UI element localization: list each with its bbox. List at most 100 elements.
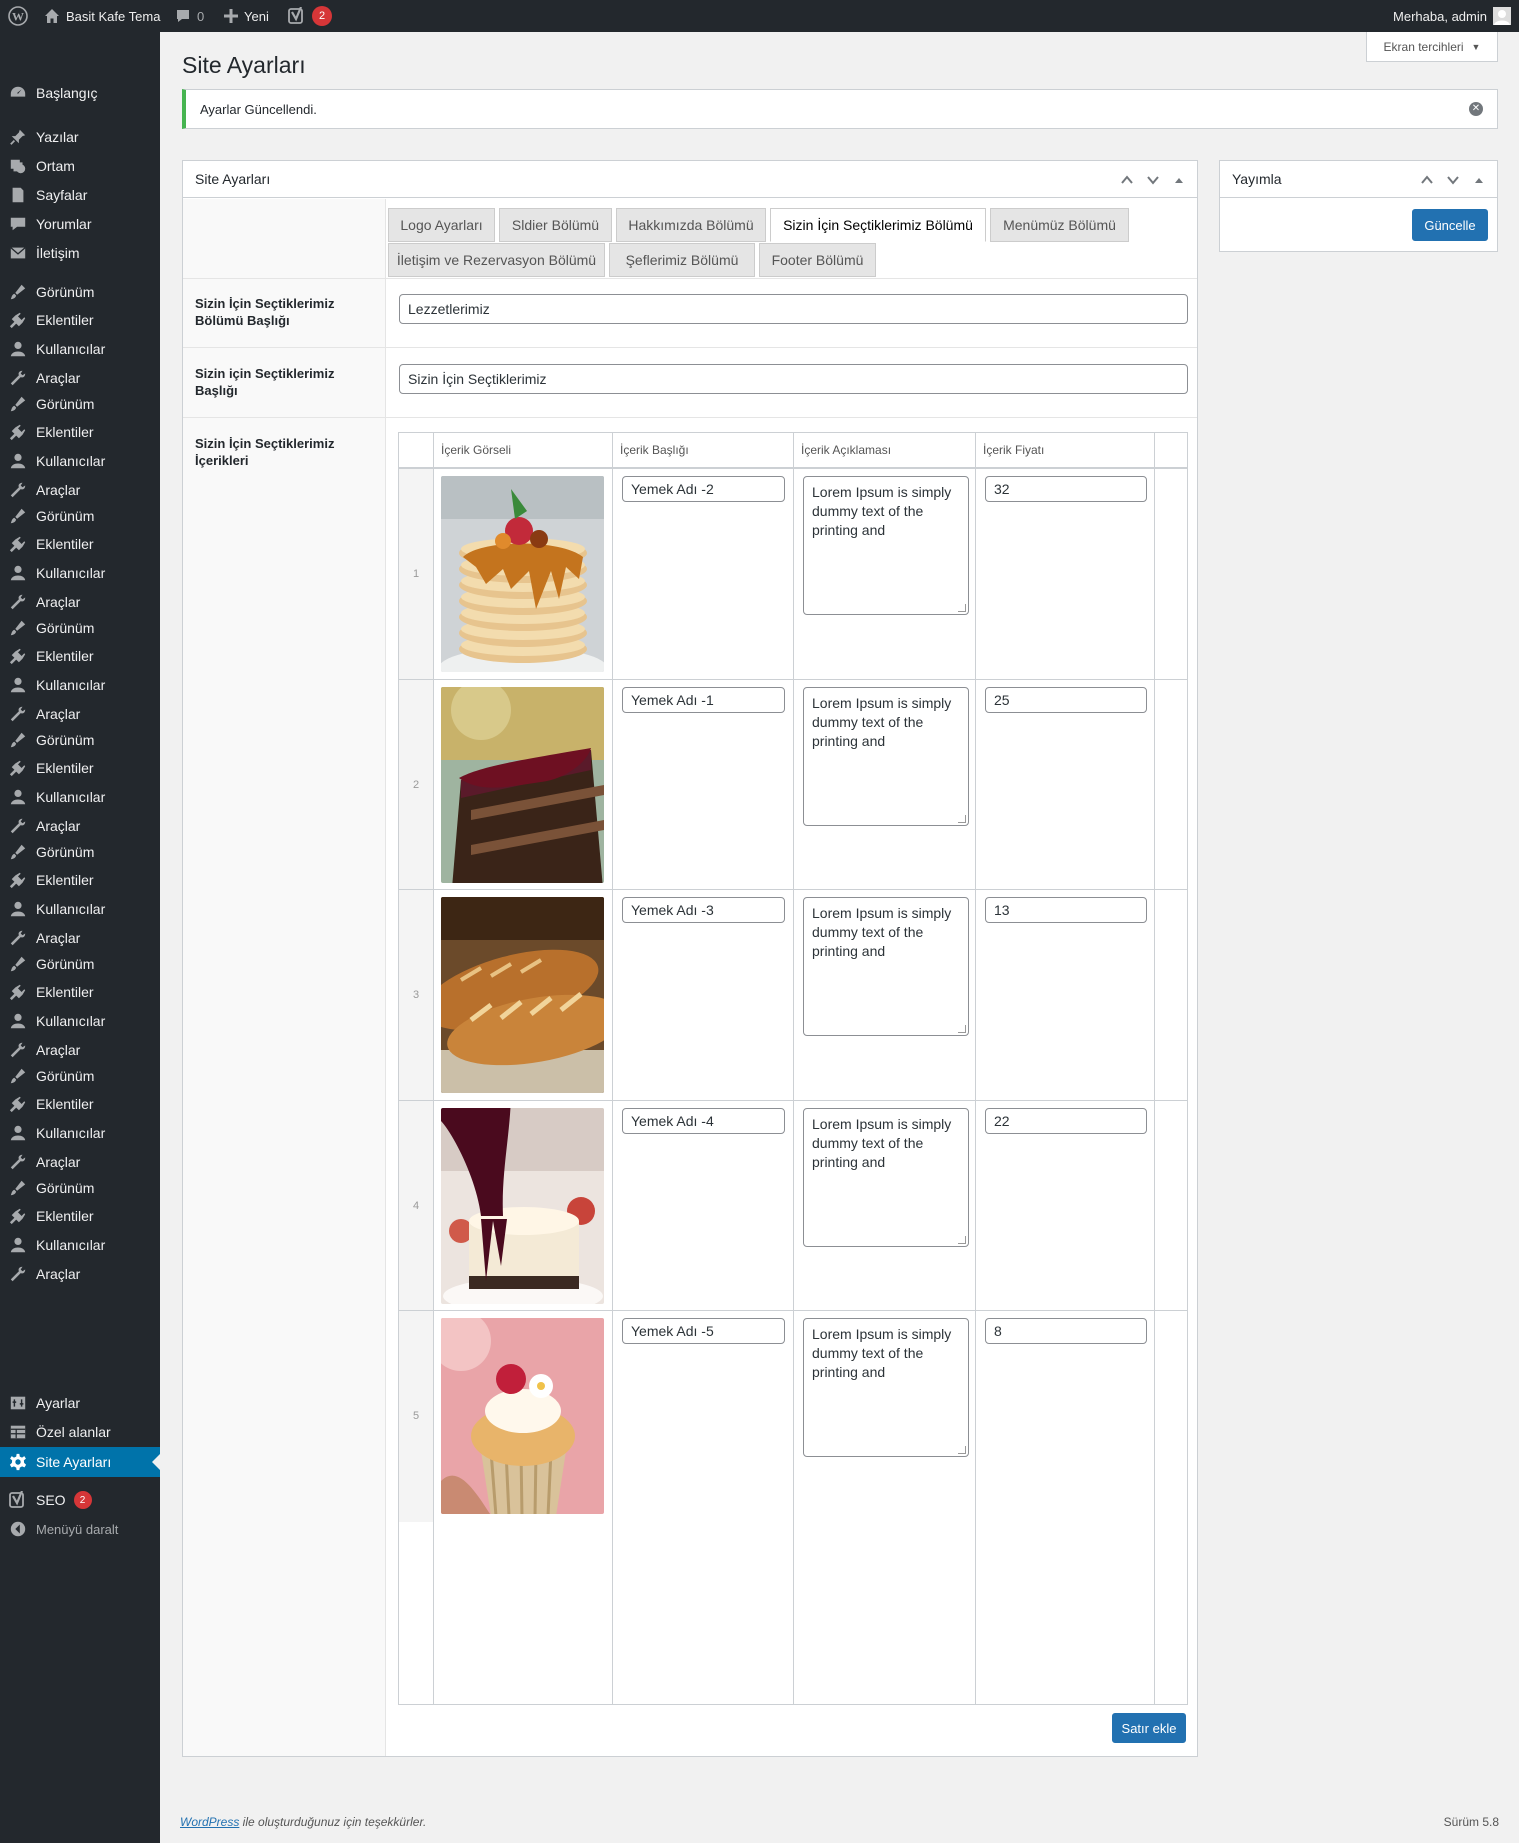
sidebar-item-user[interactable]: Kullanıcılar [0, 782, 160, 812]
item-description-textarea[interactable]: Lorem Ipsum is simply dummy text of the … [803, 476, 969, 615]
update-button[interactable]: Güncelle [1412, 209, 1488, 241]
tab-4[interactable]: Sizin İçin Seçtiklerimiz Bölümü [770, 208, 986, 242]
sidebar-item-pin[interactable]: Yazılar [0, 122, 160, 152]
sidebar-item-user[interactable]: Kullanıcılar [0, 1006, 160, 1036]
dismiss-icon[interactable]: ✕ [1469, 102, 1483, 116]
section-title-input[interactable]: Sizin İçin Seçtiklerimiz [399, 364, 1188, 394]
tab-3[interactable]: Hakkımızda Bölümü [616, 208, 766, 242]
collapse-icon [0, 1520, 36, 1538]
sidebar-item-gear[interactable]: Site Ayarları [0, 1447, 160, 1477]
sidebar-item-brush[interactable]: Görünüm [0, 949, 160, 979]
item-title-input[interactable]: Yemek Adı -3 [622, 897, 785, 923]
sidebar-item-plugin[interactable]: Eklentiler [0, 529, 160, 559]
sidebar-item-plugin[interactable]: Eklentiler [0, 753, 160, 783]
comments-link[interactable]: 0 [175, 0, 204, 32]
item-price-input[interactable]: 13 [985, 897, 1147, 923]
resize-grip-icon[interactable] [958, 815, 966, 823]
sidebar-item-brush[interactable]: Görünüm [0, 389, 160, 419]
resize-grip-icon[interactable] [958, 1236, 966, 1244]
wordpress-logo-icon[interactable]: W [8, 0, 28, 32]
item-title-input[interactable]: Yemek Adı -5 [622, 1318, 785, 1344]
my-account[interactable]: Merhaba, admin [1393, 0, 1511, 32]
item-description-textarea[interactable]: Lorem Ipsum is simply dummy text of the … [803, 1108, 969, 1247]
item-description-textarea[interactable]: Lorem Ipsum is simply dummy text of the … [803, 687, 969, 826]
item-price-input[interactable]: 8 [985, 1318, 1147, 1344]
tab-7[interactable]: Şeflerimiz Bölümü [609, 243, 755, 277]
sidebar-item-wrench[interactable]: Araçlar [0, 1259, 160, 1289]
sidebar-item-brush[interactable]: Görünüm [0, 1061, 160, 1091]
cupcake-image[interactable] [441, 1318, 604, 1514]
sidebar-item-plugin[interactable]: Eklentiler [0, 305, 160, 335]
site-name-link[interactable]: Basit Kafe Tema [44, 0, 160, 32]
sidebar-item-plugin[interactable]: Eklentiler [0, 641, 160, 671]
sidebar-item-user[interactable]: Kullanıcılar [0, 446, 160, 476]
move-up-icon[interactable] [1419, 172, 1435, 188]
bread-image[interactable] [441, 897, 604, 1093]
sidebar-item-yoast[interactable]: SEO 2 [0, 1485, 160, 1515]
tab-2[interactable]: Sldier Bölümü [499, 208, 612, 242]
col-header-desc: İçerik Açıklaması [793, 433, 975, 468]
sidebar-item-brush[interactable]: Görünüm [0, 725, 160, 755]
sidebar-item-user[interactable]: Kullanıcılar [0, 334, 160, 364]
sidebar-item-label: Araçlar [36, 1266, 81, 1282]
item-description-textarea[interactable]: Lorem Ipsum is simply dummy text of the … [803, 897, 969, 1036]
item-price-input[interactable]: 32 [985, 476, 1147, 502]
tab-8[interactable]: Footer Bölümü [759, 243, 876, 277]
item-title-input[interactable]: Yemek Adı -1 [622, 687, 785, 713]
sidebar-item-plugin[interactable]: Eklentiler [0, 1201, 160, 1231]
chocolate-cake-image[interactable] [441, 687, 604, 883]
sidebar-item-settings[interactable]: Ayarlar [0, 1388, 160, 1418]
sidebar-item-page[interactable]: Sayfalar [0, 180, 160, 210]
sidebar-item-user[interactable]: Kullanıcılar [0, 1118, 160, 1148]
toggle-panel-icon[interactable] [1171, 172, 1187, 188]
sidebar-item-plugin[interactable]: Eklentiler [0, 1089, 160, 1119]
item-description-text: Lorem Ipsum is simply dummy text of the … [812, 484, 952, 538]
item-title-input[interactable]: Yemek Adı -4 [622, 1108, 785, 1134]
sidebar-item-brush[interactable]: Görünüm [0, 277, 160, 307]
wordpress-link[interactable]: WordPress [180, 1815, 239, 1829]
plugin-icon [0, 535, 36, 553]
sidebar-item-plugin[interactable]: Eklentiler [0, 417, 160, 447]
sidebar-item-user[interactable]: Kullanıcılar [0, 670, 160, 700]
home-icon [45, 9, 59, 23]
sidebar-item-brush[interactable]: Görünüm [0, 613, 160, 643]
resize-grip-icon[interactable] [958, 1025, 966, 1033]
sidebar-item-user[interactable]: Kullanıcılar [0, 894, 160, 924]
sidebar-item-plugin[interactable]: Eklentiler [0, 865, 160, 895]
item-title-input[interactable]: Yemek Adı -2 [622, 476, 785, 502]
row-number: 5 [412, 1410, 420, 1422]
screen-options-button[interactable]: Ekran tercihleri ▼ [1366, 32, 1498, 62]
resize-grip-icon[interactable] [958, 604, 966, 612]
sidebar-item-collapse[interactable]: Menüyü daralt [0, 1514, 160, 1544]
sidebar-item-table[interactable]: Özel alanlar [0, 1417, 160, 1447]
add-row-button[interactable]: Satır ekle [1112, 1713, 1186, 1743]
cheesecake-image[interactable] [441, 1108, 604, 1304]
sidebar-item-label: Site Ayarları [36, 1454, 112, 1470]
item-price-input[interactable]: 22 [985, 1108, 1147, 1134]
sidebar-item-plugin[interactable]: Eklentiler [0, 977, 160, 1007]
item-description-textarea[interactable]: Lorem Ipsum is simply dummy text of the … [803, 1318, 969, 1457]
sidebar-item-brush[interactable]: Görünüm [0, 1173, 160, 1203]
sidebar-item-media[interactable]: Ortam [0, 151, 160, 181]
sidebar-item-dashboard[interactable]: Başlangıç [0, 78, 160, 108]
section-heading-input[interactable]: Lezzetlerimiz [399, 294, 1188, 324]
toggle-panel-icon[interactable] [1471, 172, 1487, 188]
seo-menu[interactable]: 2 [288, 0, 332, 32]
move-up-icon[interactable] [1119, 172, 1135, 188]
resize-grip-icon[interactable] [958, 1446, 966, 1454]
item-price-input[interactable]: 25 [985, 687, 1147, 713]
new-content-link[interactable]: Yeni [224, 0, 269, 32]
tab-1[interactable]: Logo Ayarları [388, 208, 495, 242]
sidebar-item-comment[interactable]: Yorumlar [0, 209, 160, 239]
tab-5[interactable]: Menümüz Bölümü [990, 208, 1129, 242]
move-down-icon[interactable] [1145, 172, 1161, 188]
tab-6[interactable]: İletişim ve Rezervasyon Bölümü [388, 243, 605, 277]
sidebar-item-user[interactable]: Kullanıcılar [0, 558, 160, 588]
move-down-icon[interactable] [1445, 172, 1461, 188]
item-description-text: Lorem Ipsum is simply dummy text of the … [812, 695, 952, 749]
sidebar-item-user[interactable]: Kullanıcılar [0, 1230, 160, 1260]
sidebar-item-mail[interactable]: İletişim [0, 238, 160, 268]
sidebar-item-brush[interactable]: Görünüm [0, 501, 160, 531]
pancakes-image[interactable] [441, 476, 604, 672]
sidebar-item-brush[interactable]: Görünüm [0, 837, 160, 867]
